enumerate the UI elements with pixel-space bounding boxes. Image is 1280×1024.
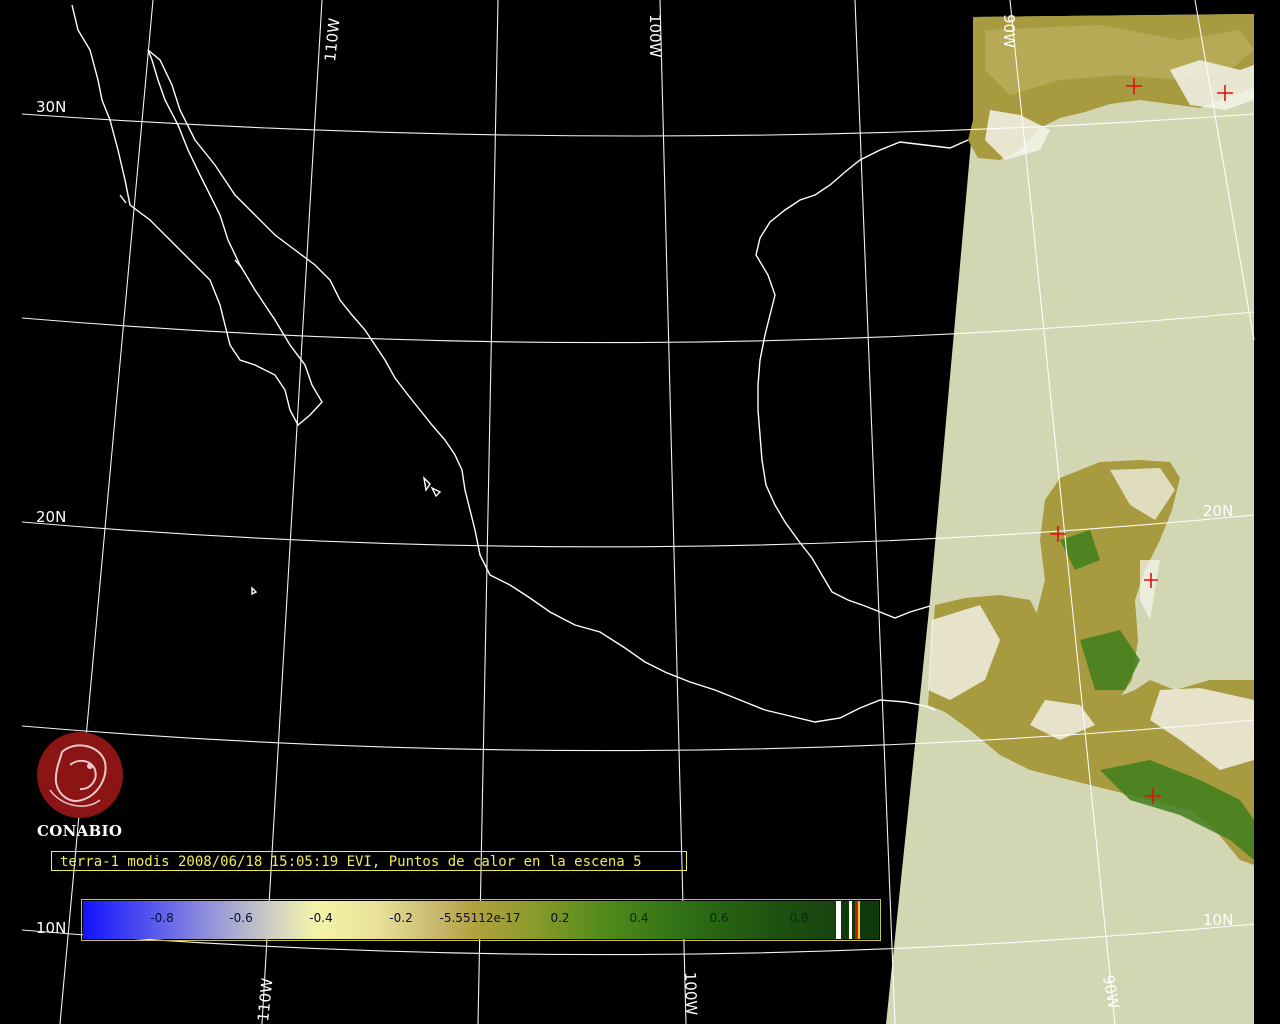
colorbar-label: 0.2	[550, 911, 570, 925]
colorbar-label: -5.55112e-17	[439, 911, 521, 925]
colorbar-label: 0.4	[629, 911, 649, 925]
lon-label-top-110w: 110W	[321, 17, 343, 62]
coastlines	[71, 4, 969, 723]
colorbar-label: 0.6	[709, 911, 729, 925]
lon-label-right-20n: 20N	[1203, 502, 1233, 520]
colorbar-label: 0.8	[789, 911, 809, 925]
scene-caption: terra-1 modis 2008/06/18 15:05:19 EVI, P…	[51, 851, 687, 871]
colorbar-stripe-white-2	[849, 901, 852, 939]
colorbar-stripe-white	[836, 901, 841, 939]
colorbar-stripe-yellow	[858, 901, 860, 939]
evi-colorbar: -0.8 -0.6 -0.4 -0.2 -5.55112e-17 0.2 0.4…	[81, 899, 881, 941]
lon-label-top-90w: 90W	[1000, 14, 1018, 48]
lat-label-20n: 20N	[36, 508, 66, 526]
conabio-logo-emblem	[37, 732, 123, 818]
colorbar-label: -0.2	[389, 911, 413, 925]
conabio-logo-text: CONABIO	[37, 822, 123, 840]
colorbar-label: -0.8	[150, 911, 174, 925]
lon-label-top-100w: 100W	[646, 14, 664, 58]
lon-label-bottom-100w: 100W	[681, 972, 701, 1016]
lat-label-10n: 10N	[36, 919, 66, 937]
lon-label-bottom-110w: 110W	[254, 977, 276, 1022]
colorbar-label: -0.6	[229, 911, 253, 925]
lat-label-30n: 30N	[36, 98, 66, 116]
lon-label-right-10n: 10N	[1203, 911, 1233, 929]
colorbar-label: -0.4	[309, 911, 333, 925]
